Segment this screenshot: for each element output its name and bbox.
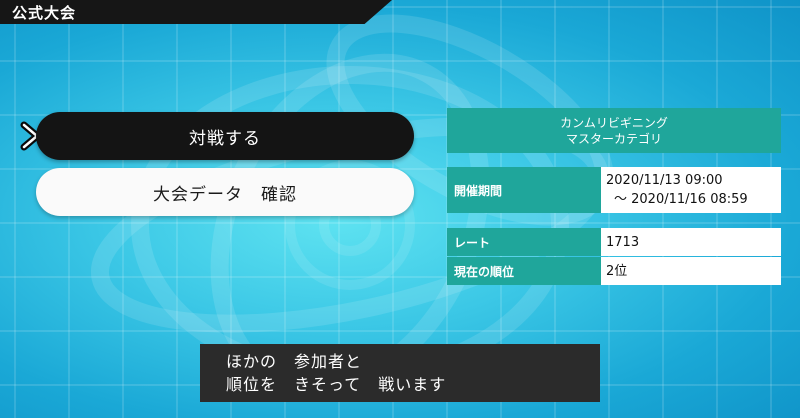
rank-row: 現在の順位 2位: [447, 257, 781, 285]
competition-name-panel: カンムリビギニング マスターカテゴリ: [447, 108, 781, 153]
message-box: ほかの 参加者と 順位を きそって 戦います: [200, 344, 600, 402]
competition-name: カンムリビギニング: [560, 115, 668, 130]
tournament-data-button-label: 大会データ 確認: [153, 184, 297, 205]
period-start: 2020/11/13 09:00: [606, 173, 723, 188]
rank-label: 現在の順位: [447, 257, 601, 285]
rate-label: レート: [447, 228, 601, 256]
page-title: 公式大会: [12, 4, 77, 22]
message-line-1: ほかの 参加者と: [226, 352, 363, 371]
battle-button-label: 対戦する: [189, 128, 261, 149]
rate-value: 1713: [601, 228, 781, 256]
rate-row: レート 1713: [447, 228, 781, 256]
tournament-data-button[interactable]: 大会データ 確認: [36, 168, 414, 216]
period-label: 開催期間: [447, 167, 601, 213]
header-bar: 公式大会: [0, 0, 392, 24]
period-end: ～ 2020/11/16 08:59: [614, 192, 748, 207]
rank-value: 2位: [601, 257, 781, 285]
competition-category: マスターカテゴリ: [565, 131, 662, 146]
battle-button[interactable]: 対戦する: [36, 112, 414, 160]
period-value: 2020/11/13 09:00 ～ 2020/11/16 08:59: [601, 167, 781, 213]
period-row: 開催期間 2020/11/13 09:00 ～ 2020/11/16 08:59: [447, 167, 781, 213]
message-line-2: 順位を きそって 戦います: [226, 375, 447, 394]
